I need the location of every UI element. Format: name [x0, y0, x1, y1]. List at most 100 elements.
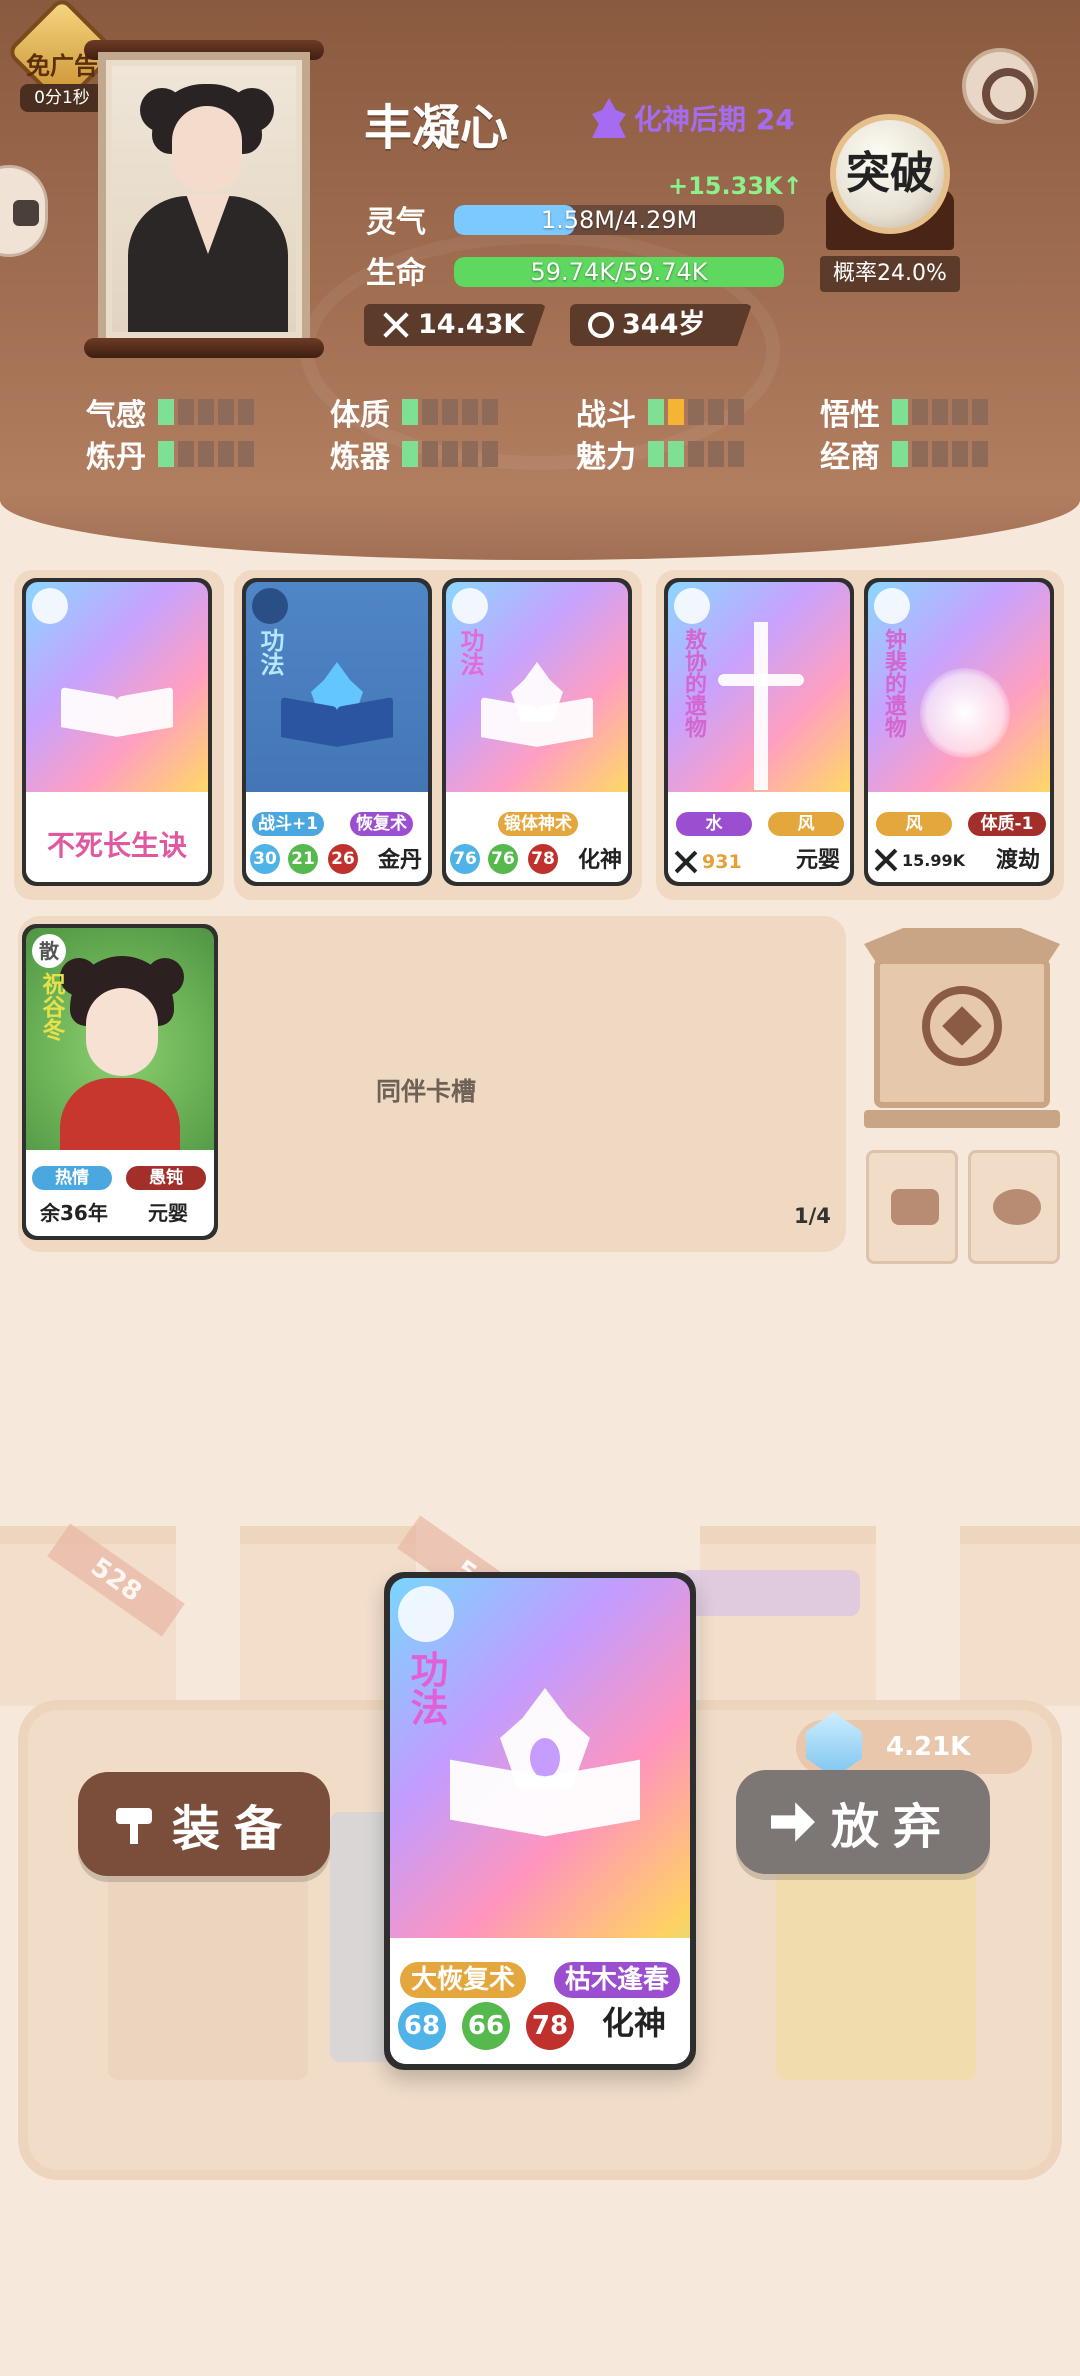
attr-level-block [198, 399, 214, 425]
attr-level-block [158, 441, 174, 467]
scroll-button[interactable] [968, 1150, 1060, 1264]
attr-level-block [158, 399, 174, 425]
attr-level-block [462, 399, 478, 425]
drawn-card[interactable]: 功法 大恢复术 枯木逢春 68 66 78 化神 [384, 1572, 696, 2070]
attr-qigan[interactable]: 气感 [86, 390, 254, 434]
realm-label: 化神后期 24 [634, 103, 795, 136]
card-art: 不死长生诀 [26, 582, 208, 882]
card-power-value: 15.99K [902, 850, 966, 870]
attr-jingshang[interactable]: 经商 [820, 432, 988, 476]
attr-level-block [218, 399, 234, 425]
flame-book-art [450, 1688, 640, 1848]
realm-badge[interactable]: 化神后期 24 [592, 98, 795, 138]
shrine-base [864, 1110, 1060, 1128]
companion-card[interactable]: 散 祝谷冬 热情 愚钝 余36年 元婴 [22, 924, 218, 1240]
card-relic-1[interactable]: 敖协的遗物 水 风 931 元婴 [664, 578, 854, 886]
life-label: 生命 [366, 256, 426, 291]
card-main-technique[interactable]: 不死长生诀 [22, 578, 212, 886]
gear-icon[interactable] [962, 48, 1038, 124]
attr-level-block [218, 441, 234, 467]
spirit-orb-art [920, 668, 1010, 758]
companion-lifespan: 余36年 [40, 1201, 108, 1225]
attr-level-block [442, 399, 458, 425]
attr-level-block [422, 441, 438, 467]
qi-label: 灵气 [366, 205, 426, 240]
attr-level-block [708, 399, 724, 425]
attr-label: 战斗 [576, 398, 636, 433]
attr-lianqi[interactable]: 炼器 [330, 432, 498, 476]
player-name: 丰凝心 [364, 100, 509, 156]
card-realm: 元婴 [796, 848, 841, 873]
attr-level-block [648, 441, 664, 467]
card-realm: 金丹 [378, 848, 423, 873]
attr-label: 炼器 [330, 440, 390, 475]
attr-meili[interactable]: 魅力 [576, 432, 744, 476]
open-book-art [61, 652, 173, 748]
card-power-value: 931 [702, 851, 742, 873]
chest-button[interactable] [866, 1150, 958, 1264]
scroll-icon [993, 1189, 1041, 1225]
companion-slot-label: 同伴卡槽 [376, 1077, 477, 1106]
attr-label: 炼丹 [86, 440, 146, 475]
arrow-right-icon [770, 1802, 815, 1842]
attr-level-bar [892, 399, 988, 425]
companion-trait: 愚钝 [126, 1166, 206, 1190]
card-power: 931 [674, 850, 742, 874]
attr-level-bar [892, 441, 988, 467]
chest-icon [891, 1189, 939, 1225]
player-portrait[interactable] [84, 40, 324, 358]
power-pill: 14.43K [364, 304, 546, 346]
equip-label: 装备 [171, 1801, 296, 1857]
attr-level-block [952, 441, 968, 467]
flame-book-art [481, 662, 593, 758]
ghost-card [680, 1570, 860, 1616]
card-name: 不死长生诀 [46, 829, 187, 862]
swords-icon [874, 848, 898, 872]
attr-label: 气感 [86, 398, 146, 433]
attr-wuxing[interactable]: 悟性 [820, 390, 988, 434]
technique-type-icon [398, 1586, 454, 1642]
card-tag: 水 [676, 812, 752, 836]
companion-art: 散 祝谷冬 热情 愚钝 余36年 元婴 [26, 928, 214, 1236]
companion-realm: 元婴 [148, 1201, 188, 1225]
sword-art [754, 622, 768, 790]
shrine-button[interactable] [864, 928, 1060, 1128]
attr-level-block [688, 441, 704, 467]
attr-level-block [402, 399, 418, 425]
breakthrough-rate: 概率24.0% [820, 256, 960, 292]
attr-level-block [972, 441, 988, 467]
attr-level-block [178, 399, 194, 425]
attr-level-bar [402, 399, 498, 425]
attr-level-block [402, 441, 418, 467]
equip-button[interactable]: 装备 [78, 1772, 330, 1876]
attr-label: 魅力 [576, 440, 636, 475]
attr-level-block [178, 441, 194, 467]
relic-type-icon [674, 588, 710, 624]
attr-level-bar [158, 441, 254, 467]
attr-level-block [688, 399, 704, 425]
companion-slot-count: 1/4 [794, 1204, 831, 1228]
age-value: 344岁 [622, 309, 706, 340]
stat-circle-green: 76 [488, 844, 518, 874]
attr-liandan[interactable]: 炼丹 [86, 432, 254, 476]
attr-label: 体质 [330, 398, 390, 433]
menu-icon [13, 200, 39, 226]
breakthrough-label: 突破 [830, 114, 950, 234]
technique-type-icon [252, 588, 288, 624]
card-relic-2[interactable]: 钟裴的遗物 风 体质-1 15.99K 渡劫 [864, 578, 1054, 886]
attr-level-block [482, 399, 498, 425]
attr-zhandou[interactable]: 战斗 [576, 390, 744, 434]
life-bar: 59.74K/59.74K [454, 257, 784, 287]
breakthrough-button[interactable]: 突破 概率24.0% [820, 110, 960, 292]
technique-type-icon [32, 588, 68, 624]
companion-type-badge: 散 [32, 934, 66, 968]
discard-button[interactable]: 放弃 [736, 1770, 990, 1874]
attr-level-block [668, 441, 684, 467]
attr-tizhi[interactable]: 体质 [330, 390, 498, 434]
card-skill-1[interactable]: 功法 战斗+1 恢复术 30 21 26 金丹 [242, 578, 432, 886]
power-value: 14.43K [418, 309, 525, 340]
card-skill-2[interactable]: 功法 锻体神术 76 76 78 化神 [442, 578, 632, 886]
card-art: 功法 大恢复术 枯木逢春 68 66 78 化神 [390, 1578, 690, 2064]
coin-icon [922, 986, 1002, 1066]
qi-value: 1.58M/4.29M [540, 206, 698, 234]
